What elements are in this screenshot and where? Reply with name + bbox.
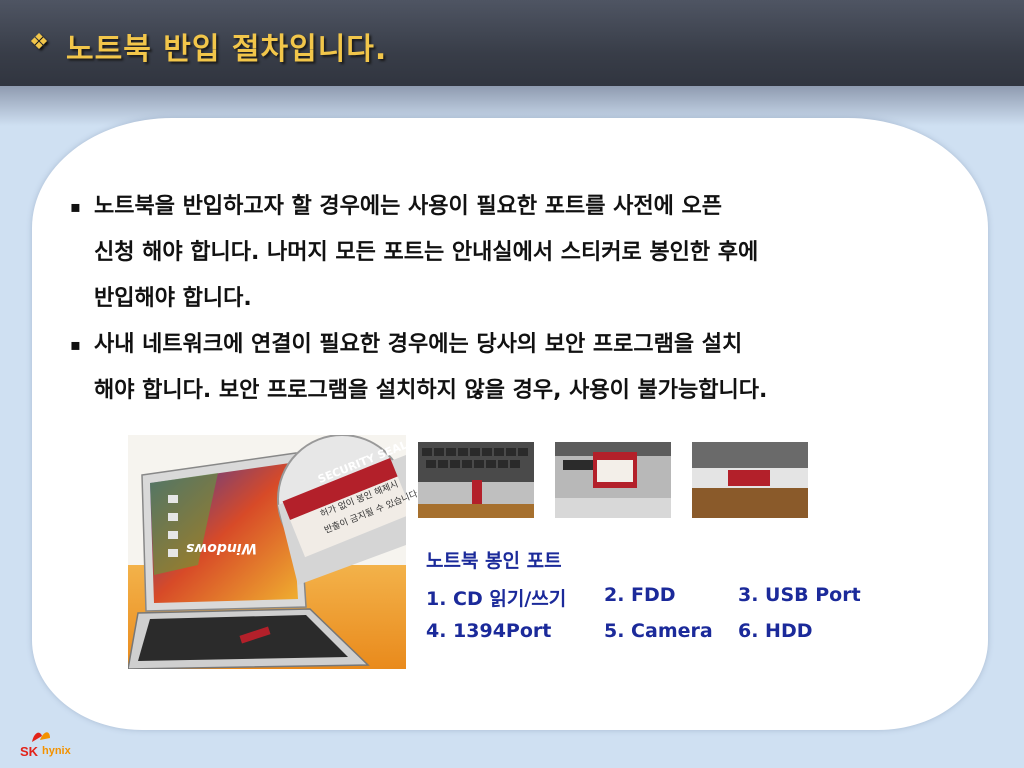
sealed-ports-title: 노트북 봉인 포트 [426, 550, 562, 572]
bullet-line: 신청 해야 합니다. 나머지 모든 포트는 안내실에서 스티커로 봉인한 후에 [94, 240, 759, 265]
port-item: 3. USB Port [738, 584, 861, 606]
sk-hynix-logo: SK hynix [14, 728, 84, 764]
port-item: 1. CD 읽기/쓰기 [426, 588, 567, 610]
port-photo-2 [555, 442, 671, 518]
bullet-marker: ▪ [70, 335, 81, 354]
laptop-drawing [128, 435, 406, 669]
screen-logo-text: Windows [186, 540, 258, 556]
diamond-bullet-icon: ❖ [29, 30, 49, 55]
laptop-illustration [128, 435, 406, 669]
bullet-list: ▪ 노트북을 반입하고자 할 경우에는 사용이 필요한 포트를 사전에 오픈 신… [70, 184, 970, 414]
bullet-line: 반입해야 합니다. [94, 286, 252, 311]
page-title: 노트북 반입 절차입니다. [66, 32, 388, 67]
port-item: 2. FDD [604, 584, 676, 606]
logo-brand: SK [20, 744, 39, 759]
port-item: 6. HDD [738, 620, 813, 642]
bullet-line: 해야 합니다. 보안 프로그램을 설치하지 않을 경우, 사용이 불가능합니다. [94, 378, 768, 403]
logo-name: hynix [42, 745, 71, 757]
port-item: 5. Camera [604, 620, 713, 642]
bullet-marker: ▪ [70, 197, 81, 216]
bullet-line: 노트북을 반입하고자 할 경우에는 사용이 필요한 포트를 사전에 오픈 [94, 194, 722, 219]
bullet-item: ▪ 노트북을 반입하고자 할 경우에는 사용이 필요한 포트를 사전에 오픈 신… [70, 184, 970, 322]
port-photo-3 [692, 442, 808, 518]
port-item: 4. 1394Port [426, 620, 552, 642]
bullet-line: 사내 네트워크에 연결이 필요한 경우에는 당사의 보안 프로그램을 설치 [94, 332, 743, 357]
port-photo-1 [418, 442, 534, 518]
bullet-item: ▪ 사내 네트워크에 연결이 필요한 경우에는 당사의 보안 프로그램을 설치 … [70, 322, 970, 414]
butterfly-logo-icon [32, 732, 50, 742]
